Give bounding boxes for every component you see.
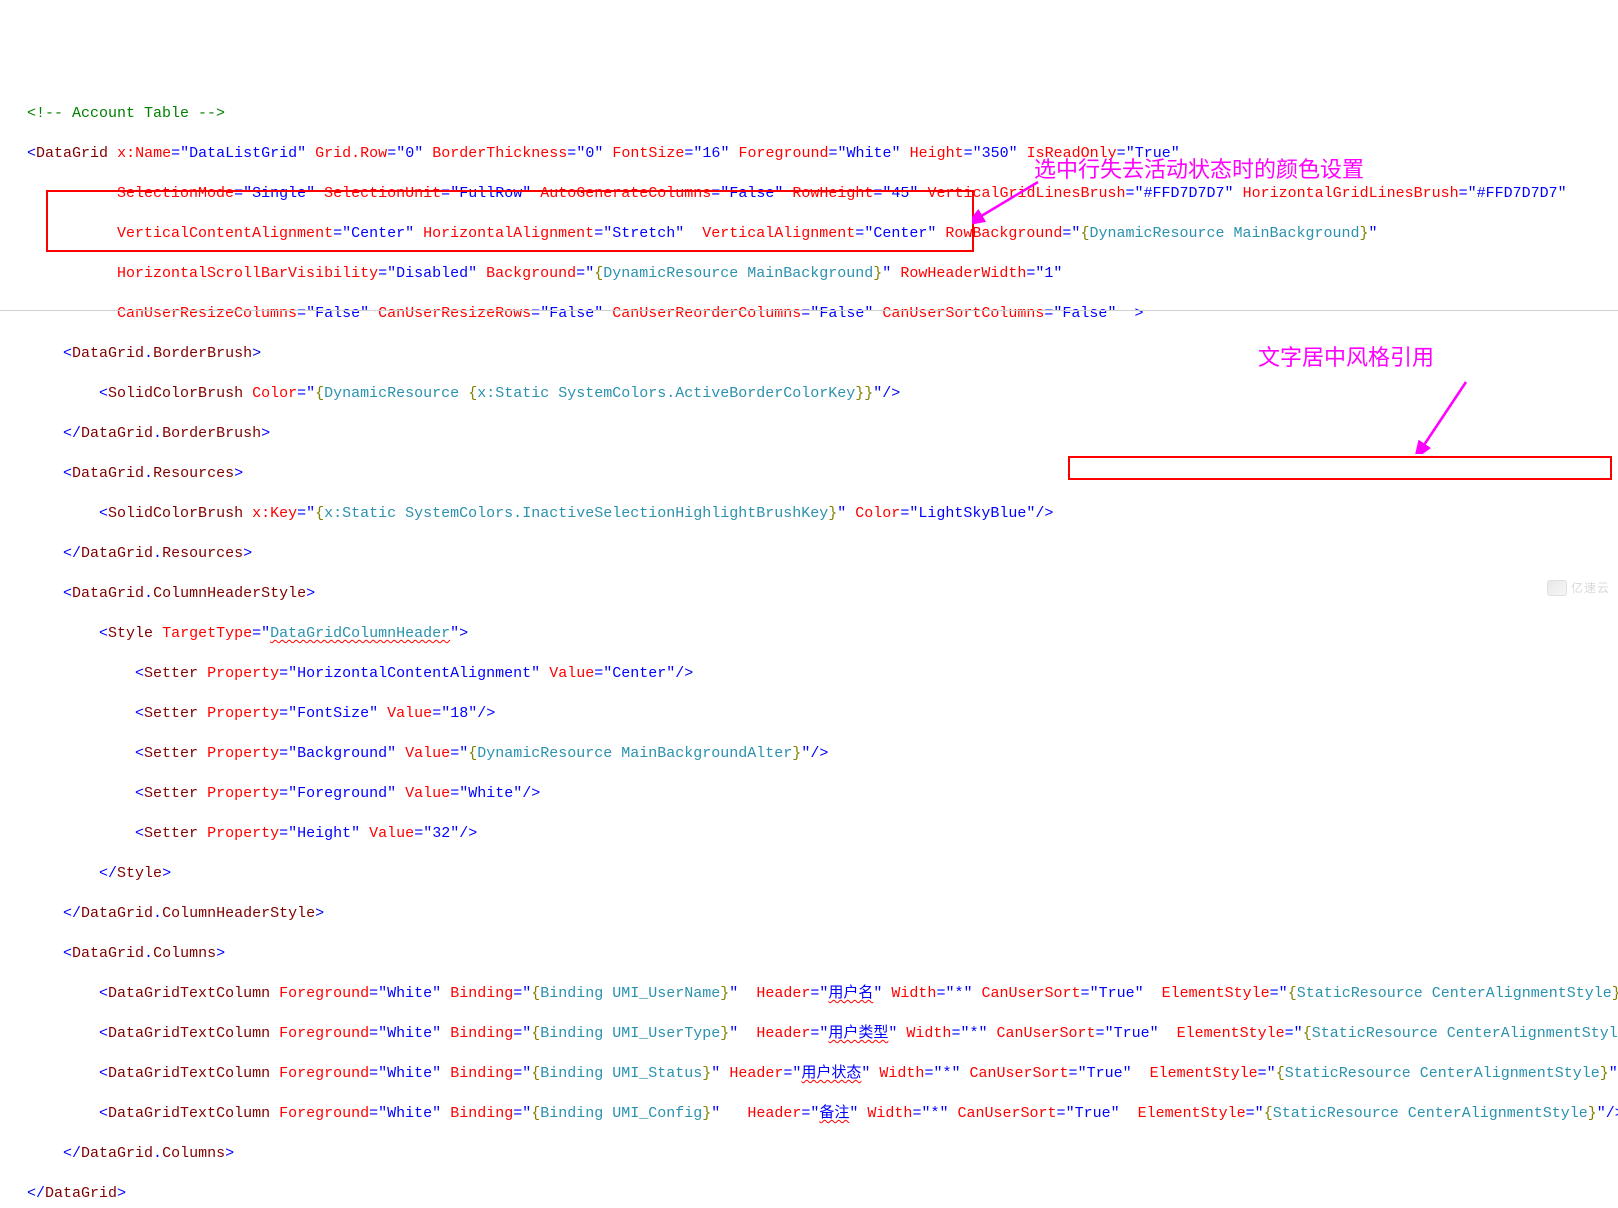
code-block: <!-- Account Table --> <DataGrid x:Name=…	[0, 84, 1618, 1208]
comment: <!-- Account Table -->	[27, 105, 225, 122]
cloud-logo-icon	[1547, 580, 1567, 596]
annotation-center-style: 文字居中风格引用	[1258, 348, 1434, 368]
annotation-inactive-selection: 选中行失去活动状态时的颜色设置	[1034, 160, 1364, 180]
watermark-text: 亿速云	[1571, 578, 1610, 598]
section-divider	[0, 310, 1618, 311]
watermark: 亿速云	[1547, 578, 1610, 598]
